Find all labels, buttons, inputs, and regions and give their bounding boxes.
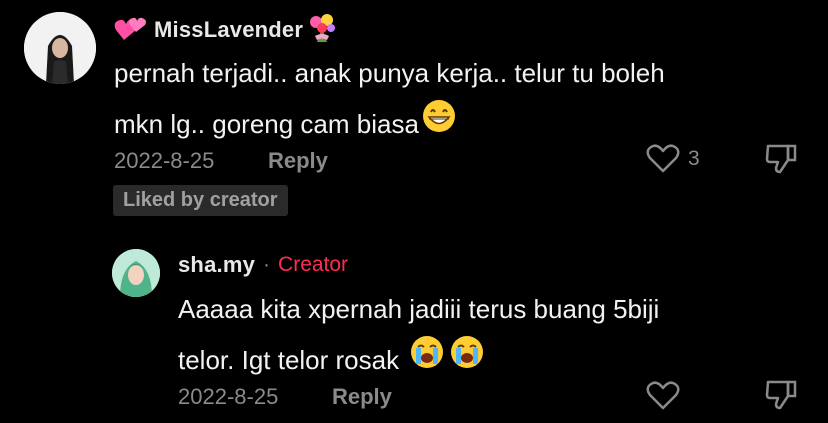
heart-icon bbox=[646, 144, 680, 173]
reply-button[interactable]: Reply bbox=[268, 148, 328, 174]
hearts-emoji-icon bbox=[114, 14, 148, 47]
comment-text: pernah terjadi.. anak punya kerja.. telu… bbox=[114, 48, 814, 150]
avatar-image bbox=[24, 12, 96, 84]
dislike-button[interactable] bbox=[764, 378, 798, 417]
comment-item: MissLavender pernah terjadi.. anak punya… bbox=[0, 0, 828, 230]
username[interactable]: MissLavender bbox=[154, 17, 303, 43]
comment-date: 2022-8-25 bbox=[178, 384, 279, 409]
comment-text-line: pernah terjadi.. anak punya kerja.. telu… bbox=[114, 58, 665, 88]
like-button[interactable] bbox=[646, 380, 680, 417]
comment-date: 2022-8-25 bbox=[114, 148, 215, 173]
username-row: MissLavender bbox=[114, 12, 339, 49]
thumbs-down-icon bbox=[765, 144, 797, 174]
bouquet-emoji-icon bbox=[305, 12, 339, 49]
creator-label: Creator bbox=[278, 253, 349, 276]
comment-text-line: Aaaaa kita xpernah jadiii terus buang 5b… bbox=[178, 294, 660, 324]
heart-icon bbox=[646, 381, 680, 410]
crying-emoji-icon bbox=[449, 334, 485, 386]
thumbs-down-icon bbox=[765, 380, 797, 410]
comment-text: Aaaaa kita xpernah jadiii terus buang 5b… bbox=[178, 284, 818, 386]
liked-by-creator-badge: Liked by creator bbox=[113, 185, 288, 216]
comment-text-line: mkn lg.. goreng cam biasa bbox=[114, 98, 814, 150]
crying-emoji-icon bbox=[409, 334, 445, 386]
like-button[interactable]: 3 bbox=[646, 143, 700, 175]
comment-text-line: telor. Igt telor rosak bbox=[178, 334, 818, 386]
separator-dot: · bbox=[263, 253, 271, 276]
username-row: sha.my · Creator bbox=[178, 252, 348, 278]
reply-button[interactable]: Reply bbox=[332, 384, 392, 410]
avatar-image bbox=[112, 249, 160, 297]
dislike-button[interactable] bbox=[764, 142, 798, 181]
like-count: 3 bbox=[688, 147, 700, 170]
username[interactable]: sha.my bbox=[178, 252, 255, 278]
avatar[interactable] bbox=[24, 12, 96, 84]
grin-emoji-icon bbox=[421, 98, 457, 150]
reply-comment-item: sha.my · Creator Aaaaa kita xpernah jadi… bbox=[0, 240, 828, 423]
avatar[interactable] bbox=[112, 249, 160, 297]
